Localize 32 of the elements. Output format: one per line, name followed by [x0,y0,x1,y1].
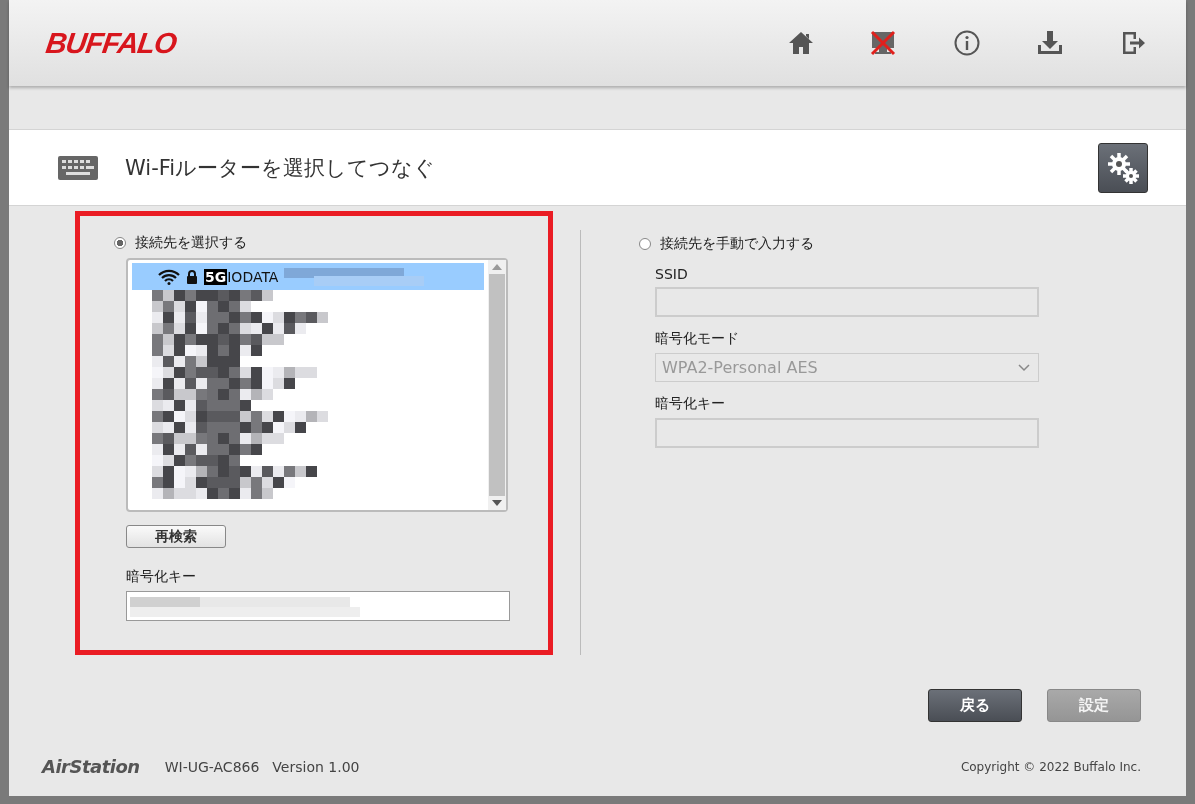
brand-logo: BUFFALO [43,26,179,60]
product-logo: AirStation [42,756,140,777]
key-label: 暗号化キー [655,395,726,413]
keyboard-icon [58,155,98,180]
version-text: Version 1.00 [272,758,360,775]
ssid-label: SSID [655,266,689,282]
scrollbar[interactable] [488,260,506,510]
model-name: WI-UG-AC866 [164,758,260,775]
key-label: 暗号化キー [126,568,197,586]
radio-button[interactable] [114,237,126,249]
network-name: IODATA [227,268,279,285]
key-field[interactable] [126,591,510,621]
band-label: 5G [204,268,228,285]
network-item[interactable]: 5GIODATA [132,263,484,290]
radio-option[interactable]: 接続先を選択する [114,234,548,252]
home-icon[interactable] [788,31,814,55]
scroll-down-icon[interactable] [492,500,502,506]
chevron-down-icon [1018,363,1030,372]
info-icon[interactable] [954,30,980,56]
network-list[interactable]: 5GIODATA [126,258,508,512]
disconnected-icon[interactable] [870,30,898,56]
wifi-icon [158,268,180,285]
radio-label: 接続先を手動で入力する [660,235,814,253]
mode-label: 暗号化モード [655,330,740,348]
download-icon[interactable] [1036,30,1064,56]
rescan-button[interactable]: 再検索 [126,525,226,548]
settings-button[interactable] [1098,142,1148,193]
page-title: Wi-Fiルーターを選択してつなぐ [125,154,437,182]
copyright-text: Copyright © 2022 Buffalo Inc. [960,759,1141,774]
radio-label: 接続先を選択する [135,234,247,252]
action-button[interactable]: 戻る [928,689,1022,722]
logout-icon[interactable] [1120,30,1146,56]
